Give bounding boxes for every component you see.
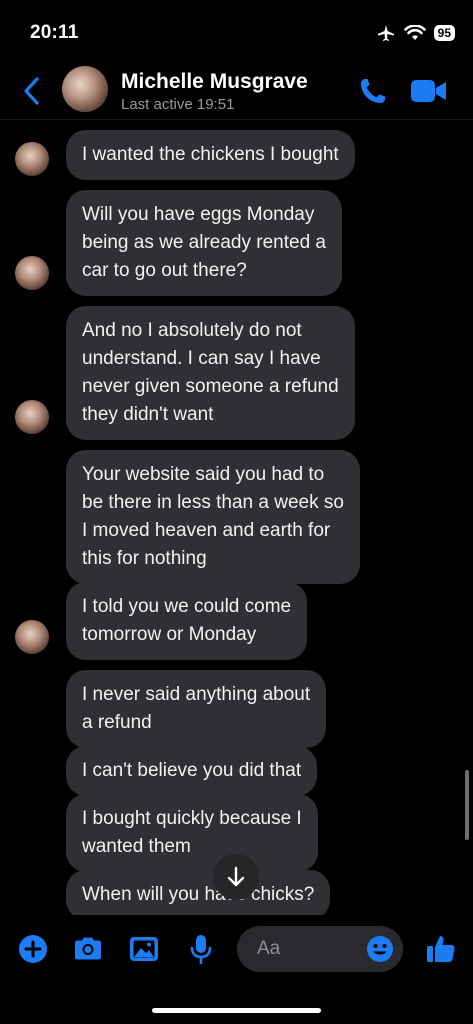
message-bubble[interactable]: When will you have chicks?	[66, 870, 331, 915]
microphone-icon[interactable]	[184, 932, 218, 966]
image-icon[interactable]	[127, 932, 161, 966]
home-indicator[interactable]	[152, 1008, 321, 1013]
scroll-to-bottom-button[interactable]	[213, 854, 259, 900]
wifi-icon	[403, 25, 426, 40]
back-chevron-icon[interactable]	[20, 76, 44, 106]
message-composer: Aa	[0, 920, 473, 980]
status-icons: 95	[376, 24, 455, 42]
airplane-mode-icon	[377, 25, 394, 41]
video-camera-icon[interactable]	[410, 78, 448, 104]
contact-name[interactable]: Michelle Musgrave	[121, 70, 308, 94]
battery-indicator: 95	[433, 25, 455, 41]
plus-icon[interactable]	[16, 932, 50, 966]
arrow-down-icon	[227, 866, 245, 887]
scrollbar[interactable]	[465, 770, 469, 840]
message-input-placeholder: Aa	[257, 938, 281, 959]
conversation-header: Michelle Musgrave Last active 19:51	[0, 62, 473, 120]
message-bubble[interactable]: Your website said you had to be there in…	[66, 450, 360, 584]
message-bubble[interactable]: I told you we could come tomorrow or Mon…	[66, 582, 308, 660]
status-bar: 20:11 95	[0, 0, 473, 62]
contact-avatar[interactable]	[62, 66, 108, 112]
thumbs-up-icon[interactable]	[424, 932, 458, 966]
emoji-icon[interactable]	[365, 934, 395, 964]
sender-avatar[interactable]	[15, 400, 49, 434]
camera-icon[interactable]	[71, 932, 105, 966]
phone-icon[interactable]	[358, 76, 388, 106]
message-bubble[interactable]: I bought quickly because I wanted them	[66, 794, 318, 872]
message-bubble[interactable]: Will you have eggs Monday being as we al…	[66, 190, 342, 296]
message-bubble[interactable]: And no I absolutely do not understand. I…	[66, 306, 355, 440]
message-list[interactable]: I wanted the chickens I bought Will you …	[0, 120, 473, 915]
message-bubble[interactable]: I can't believe you did that	[66, 746, 318, 796]
status-time: 20:11	[30, 22, 79, 43]
sender-avatar[interactable]	[15, 142, 49, 176]
message-bubble[interactable]: I never said anything about a refund	[66, 670, 327, 748]
last-active-status: Last active 19:51	[121, 96, 235, 113]
message-bubble[interactable]: I wanted the chickens I bought	[66, 130, 355, 180]
sender-avatar[interactable]	[15, 256, 49, 290]
message-input[interactable]: Aa	[237, 926, 403, 972]
sender-avatar[interactable]	[15, 620, 49, 654]
